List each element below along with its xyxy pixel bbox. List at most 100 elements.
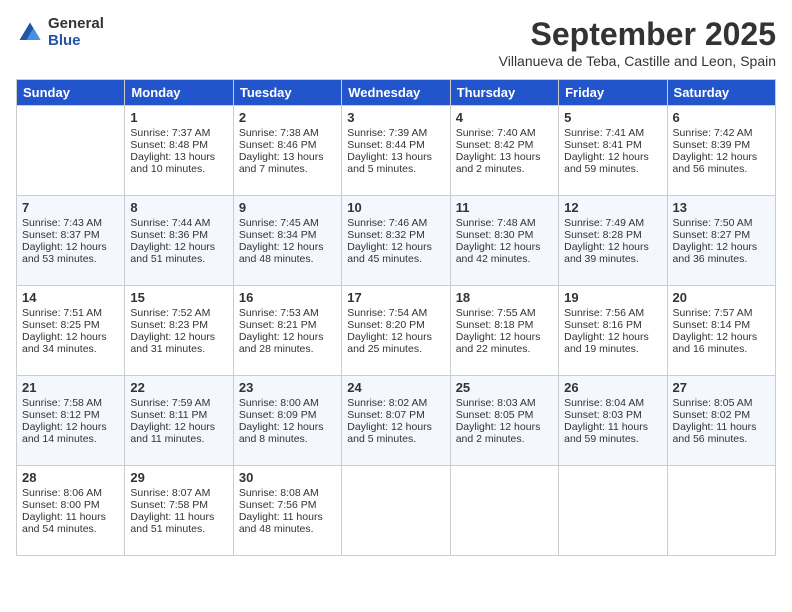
calendar-cell: 6Sunrise: 7:42 AMSunset: 8:39 PMDaylight… (667, 106, 775, 196)
daylight-text: Daylight: 12 hours and 5 minutes. (347, 421, 444, 445)
week-row-1: 1 Sunrise: 7:37 AMSunset: 8:48 PM Daylight… (17, 106, 776, 196)
page-header: General Blue September 2025 Villanueva d… (16, 16, 776, 69)
sunrise-text: Sunrise: 7:48 AM (456, 217, 553, 229)
daylight-text: Daylight: 13 hours and 5 minutes. (347, 151, 444, 175)
sunrise-text: Sunrise: 7:51 AM (22, 307, 119, 319)
sunrise-text: Sunrise: 7:57 AM (673, 307, 770, 319)
sunset-text: Sunset: 8:03 PM (564, 409, 661, 421)
col-saturday: Saturday (667, 80, 775, 106)
daylight-text: Daylight: 12 hours and 31 minutes. (130, 331, 227, 355)
calendar-cell: 21Sunrise: 7:58 AMSunset: 8:12 PMDayligh… (17, 376, 125, 466)
daylight-text: Daylight: 12 hours and 42 minutes. (456, 241, 553, 265)
sunset-text: Sunset: 8:25 PM (22, 319, 119, 331)
daylight-text: Daylight: 11 hours and 54 minutes. (22, 511, 119, 535)
calendar-cell: 1Sunrise: 7:37 AMSunset: 8:48 PMDaylight… (125, 106, 233, 196)
daylight-text: Daylight: 11 hours and 56 minutes. (673, 421, 770, 445)
sunrise-text: Sunrise: 7:44 AM (130, 217, 227, 229)
week-row-2: 7Sunrise: 7:43 AMSunset: 8:37 PMDaylight… (17, 196, 776, 286)
calendar-cell: 25Sunrise: 8:03 AMSunset: 8:05 PMDayligh… (450, 376, 558, 466)
sunset-text: Sunset: 8:36 PM (130, 229, 227, 241)
col-sunday: Sunday (17, 80, 125, 106)
daylight-text: Daylight: 11 hours and 59 minutes. (564, 421, 661, 445)
sunrise-text: Sunrise: 7:45 AM (239, 217, 336, 229)
daylight-text: Daylight: 12 hours and 8 minutes. (239, 421, 336, 445)
sunrise-text: Sunrise: 7:37 AM (130, 127, 227, 139)
location-title: Villanueva de Teba, Castille and Leon, S… (499, 53, 776, 69)
daylight-text: Daylight: 11 hours and 48 minutes. (239, 511, 336, 535)
sunset-text: Sunset: 8:28 PM (564, 229, 661, 241)
sunrise-text: Sunrise: 8:03 AM (456, 397, 553, 409)
sunrise-text: Sunrise: 7:46 AM (347, 217, 444, 229)
day-number: 5 (564, 110, 661, 125)
sunrise-text: Sunrise: 8:06 AM (22, 487, 119, 499)
day-number: 10 (347, 200, 444, 215)
daylight-text: Daylight: 12 hours and 59 minutes. (564, 151, 661, 175)
calendar-cell: 24Sunrise: 8:02 AMSunset: 8:07 PMDayligh… (342, 376, 450, 466)
daylight-text: Daylight: 12 hours and 45 minutes. (347, 241, 444, 265)
day-number: 8 (130, 200, 227, 215)
sunset-text: Sunset: 8:23 PM (130, 319, 227, 331)
sunset-text: Sunset: 8:34 PM (239, 229, 336, 241)
calendar-cell: 4Sunrise: 7:40 AMSunset: 8:42 PMDaylight… (450, 106, 558, 196)
calendar-cell: 15Sunrise: 7:52 AMSunset: 8:23 PMDayligh… (125, 286, 233, 376)
day-number: 20 (673, 290, 770, 305)
sunset-text: Sunset: 7:56 PM (239, 499, 336, 511)
daylight-text: Daylight: 12 hours and 36 minutes. (673, 241, 770, 265)
col-tuesday: Tuesday (233, 80, 341, 106)
sunset-text: Sunset: 8:42 PM (456, 139, 553, 151)
daylight-text: Daylight: 13 hours and 7 minutes. (239, 151, 336, 175)
sunrise-text: Sunrise: 8:05 AM (673, 397, 770, 409)
day-number: 18 (456, 290, 553, 305)
daylight-text: Daylight: 11 hours and 51 minutes. (130, 511, 227, 535)
sunset-text: Sunset: 8:27 PM (673, 229, 770, 241)
calendar-cell: 27Sunrise: 8:05 AMSunset: 8:02 PMDayligh… (667, 376, 775, 466)
sunset-text: Sunset: 8:20 PM (347, 319, 444, 331)
calendar-cell: 9Sunrise: 7:45 AMSunset: 8:34 PMDaylight… (233, 196, 341, 286)
calendar-cell (559, 466, 667, 556)
day-number: 21 (22, 380, 119, 395)
day-number: 3 (347, 110, 444, 125)
day-number: 26 (564, 380, 661, 395)
week-row-3: 14Sunrise: 7:51 AMSunset: 8:25 PMDayligh… (17, 286, 776, 376)
calendar-cell (667, 466, 775, 556)
sunrise-text: Sunrise: 8:00 AM (239, 397, 336, 409)
daylight-text: Daylight: 12 hours and 34 minutes. (22, 331, 119, 355)
daylight-text: Daylight: 13 hours and 2 minutes. (456, 151, 553, 175)
calendar-cell (342, 466, 450, 556)
calendar-table: Sunday Monday Tuesday Wednesday Thursday… (16, 79, 776, 556)
sunset-text: Sunset: 8:05 PM (456, 409, 553, 421)
calendar-cell: 22Sunrise: 7:59 AMSunset: 8:11 PMDayligh… (125, 376, 233, 466)
day-number: 9 (239, 200, 336, 215)
day-number: 14 (22, 290, 119, 305)
logo-blue-text: Blue (48, 33, 104, 50)
calendar-header: Sunday Monday Tuesday Wednesday Thursday… (17, 80, 776, 106)
sunrise-text: Sunrise: 7:54 AM (347, 307, 444, 319)
day-number: 15 (130, 290, 227, 305)
sunset-text: Sunset: 8:07 PM (347, 409, 444, 421)
sunset-text: Sunset: 8:12 PM (22, 409, 119, 421)
sunset-text: Sunset: 8:41 PM (564, 139, 661, 151)
col-friday: Friday (559, 80, 667, 106)
sunset-text: Sunset: 8:09 PM (239, 409, 336, 421)
sunset-text: Sunset: 8:48 PM (130, 139, 227, 151)
sunset-text: Sunset: 8:37 PM (22, 229, 119, 241)
sunrise-text: Sunrise: 7:41 AM (564, 127, 661, 139)
daylight-text: Daylight: 12 hours and 14 minutes. (22, 421, 119, 445)
sunset-text: Sunset: 8:46 PM (239, 139, 336, 151)
day-number: 1 (130, 110, 227, 125)
calendar-cell: 18Sunrise: 7:55 AMSunset: 8:18 PMDayligh… (450, 286, 558, 376)
sunrise-text: Sunrise: 7:53 AM (239, 307, 336, 319)
calendar-body: 1 Sunrise: 7:37 AMSunset: 8:48 PM Daylight… (17, 106, 776, 556)
sunrise-text: Sunrise: 7:43 AM (22, 217, 119, 229)
sunset-text: Sunset: 8:16 PM (564, 319, 661, 331)
sunset-text: Sunset: 8:30 PM (456, 229, 553, 241)
sunrise-text: Sunrise: 7:42 AM (673, 127, 770, 139)
day-number: 17 (347, 290, 444, 305)
calendar-cell: 23Sunrise: 8:00 AMSunset: 8:09 PMDayligh… (233, 376, 341, 466)
sunrise-text: Sunrise: 8:08 AM (239, 487, 336, 499)
col-thursday: Thursday (450, 80, 558, 106)
calendar-cell: 11Sunrise: 7:48 AMSunset: 8:30 PMDayligh… (450, 196, 558, 286)
sunset-text: Sunset: 8:00 PM (22, 499, 119, 511)
daylight-text: Daylight: 12 hours and 19 minutes. (564, 331, 661, 355)
daylight-text: Daylight: 12 hours and 28 minutes. (239, 331, 336, 355)
